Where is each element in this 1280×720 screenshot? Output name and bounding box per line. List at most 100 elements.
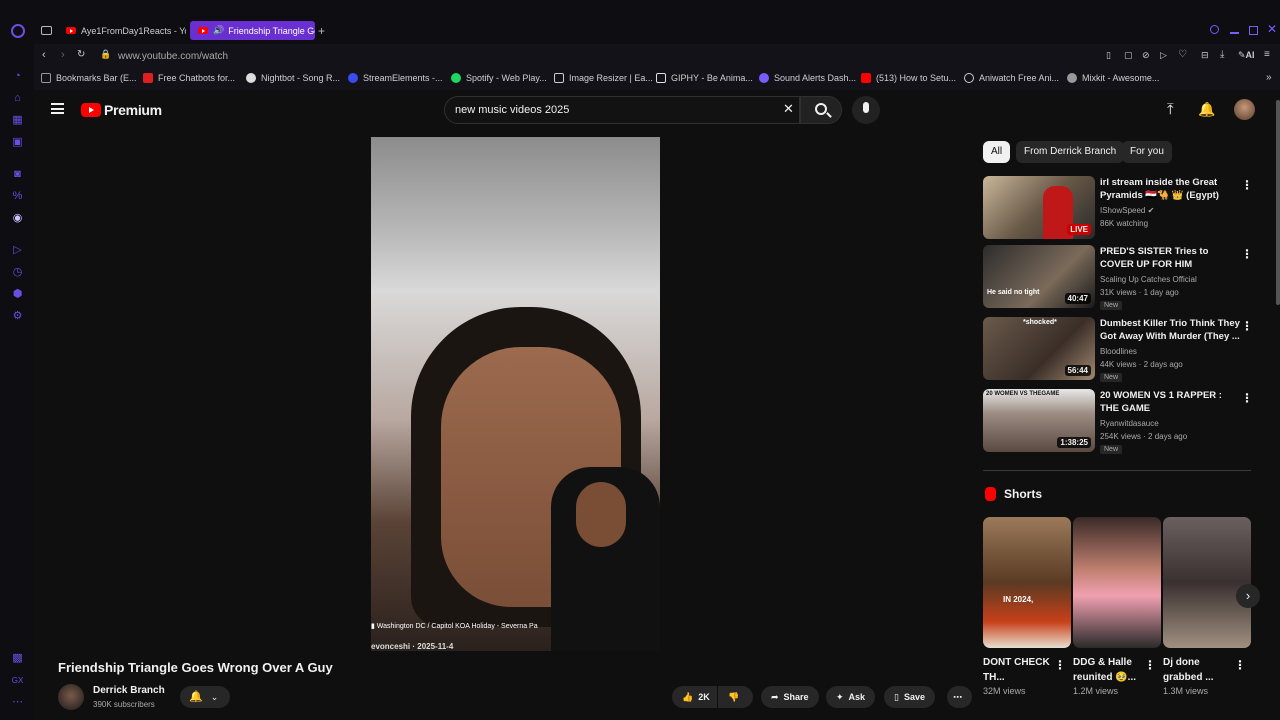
gx-control-icon[interactable]: ◔ <box>11 70 24 83</box>
menu-icon[interactable]: ≡ <box>1264 49 1270 60</box>
clear-search-icon[interactable]: ✕ <box>783 101 794 117</box>
channel-name[interactable]: Derrick Branch <box>93 685 165 696</box>
recommendation-channel[interactable]: Bloodlines <box>1100 345 1137 358</box>
channel-avatar[interactable] <box>58 684 84 710</box>
upload-icon[interactable]: ⤒ <box>1167 101 1174 118</box>
recommendation-item[interactable]: He said no tight 40:47 PRED'S SISTER Tri… <box>983 245 1253 310</box>
notifications-bell-icon[interactable]: 🔔 <box>1198 101 1215 118</box>
video-player[interactable]: ▮ Washington DC / Capitol KOA Holiday - … <box>371 137 660 651</box>
recommendation-title[interactable]: irl stream inside the Great Pyramids 🇪🇬🐪… <box>1100 176 1240 202</box>
restore-icon[interactable] <box>1249 26 1258 35</box>
avatar[interactable] <box>1234 99 1255 120</box>
more-vert-icon[interactable]: ⋮ <box>1241 247 1253 261</box>
chip-from-channel[interactable]: From Derrick Branch <box>1016 141 1125 163</box>
tab-aye1fromday1reacts[interactable]: Aye1FromDay1Reacts - Yo <box>58 21 186 40</box>
history-icon[interactable]: ◷ <box>11 266 24 279</box>
live-badge-text: LIVE <box>1070 225 1088 234</box>
scrollbar[interactable] <box>1276 100 1280 305</box>
bookmark-item[interactable]: GIPHY - Be Anima... <box>656 73 753 83</box>
share-button[interactable]: ➦ Share <box>761 686 819 708</box>
short-title[interactable]: Dj done grabbed ... <box>1163 655 1233 685</box>
gx-mods-icon[interactable]: ▩ <box>11 652 24 665</box>
short-thumbnail[interactable] <box>1073 517 1161 648</box>
tab-friendship-triangle[interactable]: 🔊 Friendship Triangle Go <box>190 21 315 40</box>
url-text[interactable]: www.youtube.com/watch <box>118 51 228 62</box>
recommendation-channel[interactable]: Scaling Up Catches Official <box>1100 273 1197 286</box>
bookmark-item[interactable]: Free Chatbots for... <box>143 73 235 83</box>
search-tabs-icon[interactable] <box>1210 25 1219 34</box>
messenger-icon[interactable]: ▣ <box>11 136 24 149</box>
recommendation-title[interactable]: Dumbest Killer Trio Think They Got Away … <box>1100 317 1240 343</box>
recommendation-channel[interactable]: IShowSpeed ✔ <box>1100 204 1154 217</box>
voice-search-button[interactable] <box>852 96 880 124</box>
search-button[interactable] <box>800 96 842 124</box>
recommendation-item[interactable]: 20 WOMEN VS THEGAME 1:38:25 20 WOMEN VS … <box>983 389 1253 454</box>
reload-icon[interactable]: ↻ <box>77 49 85 60</box>
bookmark-item[interactable]: Mixkit - Awesome... <box>1067 73 1159 83</box>
close-window-icon[interactable]: ✕ <box>1267 22 1277 36</box>
settings-gear-icon[interactable]: ⚙ <box>11 310 24 323</box>
twitch-icon[interactable]: ◙ <box>11 168 24 181</box>
recommendation-title[interactable]: PRED'S SISTER Tries to COVER UP FOR HIM <box>1100 245 1240 271</box>
short-thumbnail[interactable] <box>1163 517 1251 648</box>
more-vert-icon[interactable]: ⋮ <box>1241 178 1253 192</box>
chip-all[interactable]: All <box>983 141 1011 163</box>
percent-icon[interactable]: % <box>11 190 24 203</box>
save-button[interactable]: ▯ Save <box>884 686 935 708</box>
minimize-icon[interactable] <box>1230 32 1239 34</box>
shorts-next-button[interactable]: › <box>1236 584 1260 608</box>
recommendation-item[interactable]: LIVE irl stream inside the Great Pyramid… <box>983 176 1253 239</box>
more-vert-icon[interactable]: ⋮ <box>1241 319 1253 333</box>
back-icon[interactable]: ‹ <box>42 49 46 61</box>
bookmark-item[interactable]: Image Resizer | Ea... <box>554 73 653 83</box>
live-badge: LIVE <box>1067 224 1091 235</box>
short-thumbnail[interactable]: IN 2024, <box>983 517 1071 648</box>
bookmark-item[interactable]: StreamElements -... <box>348 73 443 83</box>
ask-button[interactable]: ✦ Ask <box>826 686 876 708</box>
bookmark-item[interactable]: Sound Alerts Dash... <box>759 73 856 83</box>
ai-button[interactable]: ✎AI <box>1238 50 1255 61</box>
like-button[interactable]: 👍 2K <box>672 686 717 708</box>
more-icon[interactable]: ⋯ <box>11 696 24 709</box>
recommendation-title[interactable]: 20 WOMEN VS 1 RAPPER : THE GAME <box>1100 389 1240 415</box>
lock-icon[interactable]: 🔒 <box>100 49 111 60</box>
bookmark-item[interactable]: Spotify - Web Play... <box>451 73 547 83</box>
youtube-logo[interactable]: Premium <box>81 102 162 118</box>
opera-logo-icon[interactable] <box>11 24 25 38</box>
wallet-icon[interactable]: ⊟ <box>1201 50 1209 61</box>
bookmark-item[interactable]: Aniwatch Free Ani... <box>964 73 1059 83</box>
verified-icon: ✔ <box>1147 206 1155 215</box>
bookmark-item[interactable]: Bookmarks Bar (E... <box>41 73 137 83</box>
player-icon[interactable]: ▷ <box>11 244 24 257</box>
heart-icon[interactable]: ♡ <box>1178 49 1187 60</box>
bookmark-item[interactable]: Nightbot - Song R... <box>246 73 340 83</box>
adblock-icon[interactable]: ⊘ <box>1142 50 1150 61</box>
more-actions-button[interactable]: ⋯ <box>947 686 972 708</box>
bookmark-item[interactable]: (513) How to Setu... <box>861 73 956 83</box>
bookmark-page-icon[interactable]: ▯ <box>1106 50 1111 61</box>
subscription-bell-button[interactable]: 🔔 ⌄ <box>180 686 230 708</box>
recommendation-item[interactable]: *shocked* 56:44 Dumbest Killer Trio Thin… <box>983 317 1253 382</box>
more-vert-icon[interactable]: ⋮ <box>1241 391 1253 405</box>
extensions-icon[interactable]: ⬢ <box>11 288 24 301</box>
forward-icon[interactable]: › <box>61 49 65 61</box>
short-title[interactable]: DDG & Halle reunited 🥹... <box>1073 655 1143 685</box>
dislike-button[interactable]: 👎 <box>718 686 753 708</box>
gx-icon[interactable]: GX <box>11 674 24 687</box>
bookmarks-overflow-icon[interactable]: » <box>1266 72 1272 83</box>
new-tab-plus-icon[interactable]: + <box>318 24 325 38</box>
recommendation-channel[interactable]: Ryanwitdasauce <box>1100 417 1159 430</box>
discord-icon[interactable]: ◉ <box>11 212 24 225</box>
download-icon[interactable]: ⤓ <box>1220 49 1224 60</box>
snapshot-icon[interactable]: ▢ <box>1124 50 1133 61</box>
more-vert-icon[interactable]: ⋮ <box>1054 658 1066 672</box>
chip-for-you[interactable]: For you <box>1122 141 1172 163</box>
tab-overview-icon[interactable] <box>41 26 52 35</box>
more-vert-icon[interactable]: ⋮ <box>1234 658 1246 672</box>
gx-corner-icon[interactable]: ⌂ <box>11 92 24 105</box>
search-input[interactable]: new music videos 2025 <box>444 96 800 124</box>
play-icon[interactable]: ▷ <box>1160 50 1167 61</box>
more-vert-icon[interactable]: ⋮ <box>1144 658 1156 672</box>
short-title[interactable]: DONT CHECK TH... <box>983 655 1053 685</box>
pinboard-icon[interactable]: ▦ <box>11 114 24 127</box>
